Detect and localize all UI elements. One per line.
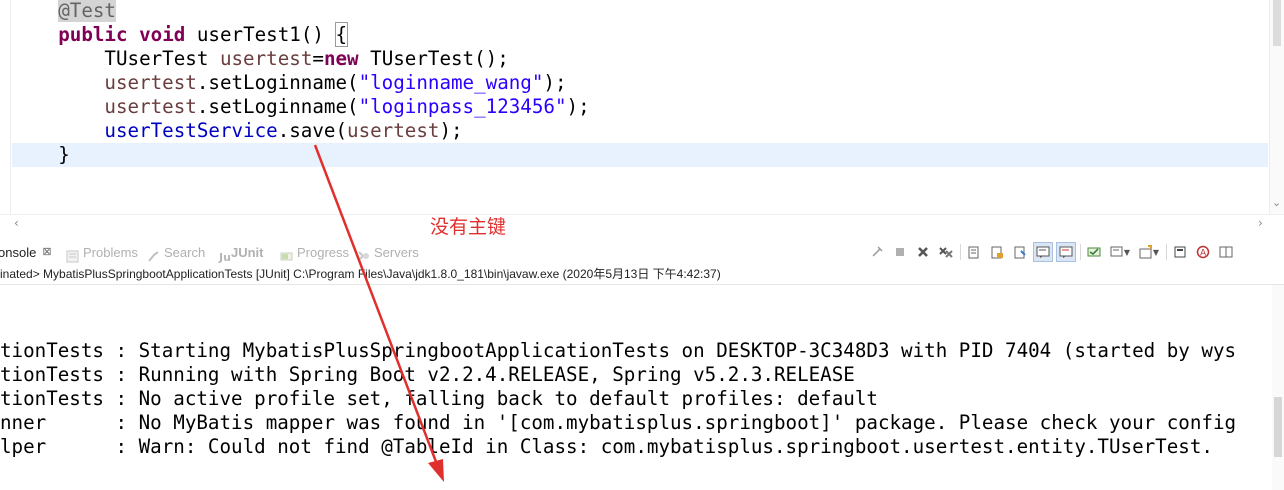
code-line[interactable]: TUserTest usertest=new TUserTest();	[12, 47, 509, 71]
console-line: tionTests : No active profile set, falli…	[0, 387, 878, 410]
editor-horizontal-scrollbar[interactable]: ‹ ›	[0, 214, 1284, 232]
scrollbar-thumb[interactable]	[1274, 397, 1282, 457]
code-token: usertest	[219, 47, 313, 70]
tab-label: onsole	[0, 245, 37, 260]
code-token: "loginpass_123456"	[358, 95, 567, 118]
scroll-left-arrow-icon[interactable]: ‹	[14, 216, 19, 230]
editor-gutter	[10, 0, 11, 215]
tab-junit[interactable]: Ju JUnit	[218, 240, 264, 265]
open-console-icon[interactable]: ▼	[1108, 243, 1132, 261]
scroll-lock-icon[interactable]	[988, 243, 1006, 261]
code-token: void	[139, 23, 186, 46]
junit-icon: Ju	[218, 246, 231, 264]
tab-label: Problems	[83, 245, 138, 260]
terminate-icon[interactable]	[891, 243, 909, 261]
code-token: public	[58, 23, 128, 46]
code-token: new	[323, 47, 359, 70]
code-editor[interactable]: @Test public void userTest1() { TUserTes…	[0, 0, 1284, 232]
svg-text:Ju: Ju	[218, 251, 231, 263]
tab-label: Servers	[374, 245, 419, 260]
tab-progress[interactable]: Progress	[280, 240, 349, 265]
tab-label: Progress	[297, 245, 350, 260]
show-on-stdout-icon[interactable]	[1033, 242, 1053, 262]
console-line: tionTests : Starting MybatisPlusSpringbo…	[0, 339, 1237, 362]
scroll-down-arrow-icon[interactable]: ⌄	[1272, 196, 1281, 209]
code-token: usertest	[104, 71, 197, 94]
code-token: usertest	[347, 119, 440, 142]
display-selected-console-icon[interactable]	[1085, 243, 1103, 261]
console-status-line: inated> MybatisPlusSpringbootApplication…	[0, 265, 1284, 285]
toolbar-separator	[1080, 244, 1081, 260]
code-token: .setLoginname(	[196, 95, 359, 118]
code-token: userTestService	[104, 119, 278, 142]
show-on-stderr-icon[interactable]	[1056, 242, 1076, 262]
tab-problems[interactable]: Problems	[66, 240, 138, 265]
code-line[interactable]: public void userTest1() {	[12, 22, 349, 47]
view-menu-icon[interactable]	[1217, 243, 1235, 261]
code-token: "loginname_wang"	[358, 71, 544, 94]
code-token: );	[566, 95, 590, 118]
code-token: );	[543, 71, 567, 94]
problems-icon	[66, 246, 79, 263]
code-token: =	[312, 47, 324, 70]
maximize-icon[interactable]: A	[1194, 243, 1212, 261]
pin-console-icon[interactable]	[868, 243, 886, 261]
console-toolbar: ▼ ▼ A	[868, 242, 1240, 262]
code-line[interactable]: usertest.setLoginname("loginpass_123456"…	[12, 95, 590, 119]
scroll-right-arrow-icon[interactable]: ›	[1258, 216, 1263, 230]
code-token: .setLoginname(	[196, 71, 359, 94]
code-token: TUserTest();	[358, 47, 509, 70]
code-line[interactable]: }	[12, 143, 1268, 167]
console-vertical-scrollbar[interactable]	[1272, 285, 1284, 490]
annotation-label: 没有主键	[430, 216, 507, 238]
code-line[interactable]: usertest.setLoginname("loginname_wang");	[12, 71, 567, 95]
editor-vertical-scrollbar[interactable]: ⌄	[1269, 0, 1284, 214]
clear-console-icon[interactable]	[965, 243, 983, 261]
close-icon[interactable]: ⊠	[42, 240, 51, 265]
word-wrap-icon[interactable]	[1011, 243, 1029, 261]
tab-search[interactable]: Search	[147, 240, 205, 265]
code-token: .save(	[277, 119, 348, 142]
code-token: }	[58, 143, 70, 166]
code-token: usertest	[104, 95, 197, 118]
console-line: tionTests : Running with Spring Boot v2.…	[0, 363, 855, 386]
code-token: userTest1()	[185, 23, 336, 46]
remove-launch-icon[interactable]	[914, 243, 932, 261]
code-token: @Test	[58, 0, 116, 22]
tab-servers[interactable]: Servers	[357, 240, 419, 265]
progress-icon	[280, 246, 293, 261]
servers-icon	[357, 246, 370, 261]
remove-all-terminated-icon[interactable]	[937, 243, 955, 261]
toolbar-separator	[1166, 244, 1167, 260]
code-line[interactable]: @Test	[12, 0, 116, 23]
console-line: nner : No MyBatis mapper was found in '[…	[0, 411, 1237, 434]
new-console-icon[interactable]: ▼	[1137, 243, 1161, 261]
code-token: );	[439, 119, 463, 142]
code-token: {	[334, 22, 349, 47]
code-token: TUserTest	[104, 47, 220, 70]
tab-label: JUnit	[231, 245, 264, 260]
tab-console[interactable]: onsole ⊠	[0, 240, 52, 265]
tab-label: Search	[164, 245, 206, 260]
scrollbar-thumb[interactable]	[1273, 0, 1281, 46]
code-line[interactable]: userTestService.save(usertest);	[12, 119, 463, 143]
search-icon	[147, 246, 160, 262]
toolbar-separator	[960, 244, 961, 260]
svg-text:A: A	[1200, 249, 1207, 259]
minimize-icon[interactable]	[1171, 243, 1189, 261]
console-line: lper : Warn: Could not find @TableId in …	[0, 435, 1213, 458]
